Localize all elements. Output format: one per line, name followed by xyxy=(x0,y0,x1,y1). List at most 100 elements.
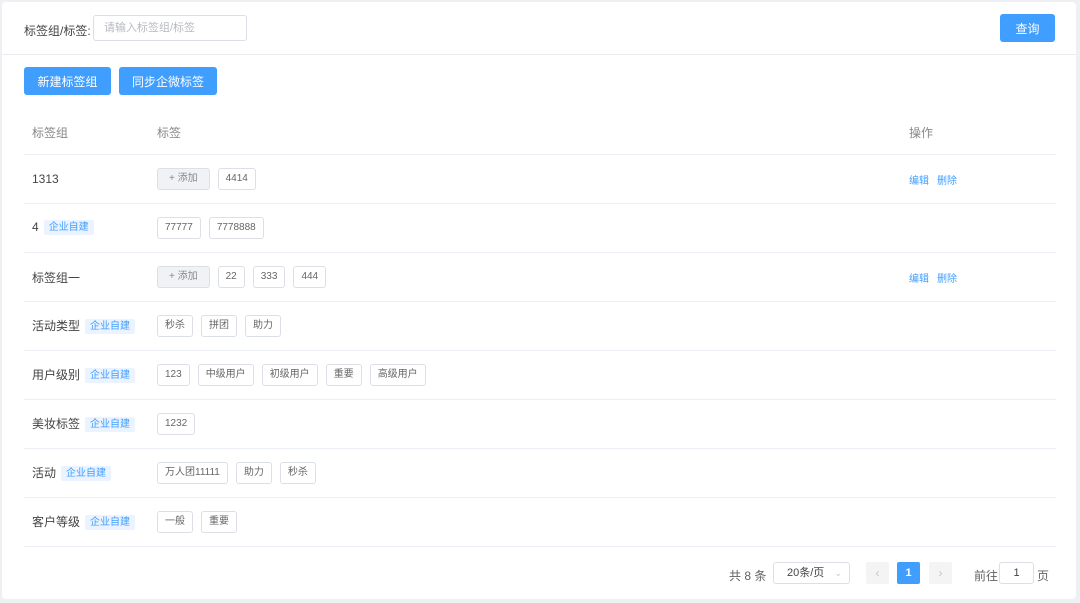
pagination: 共 8 条 20条/页 ⌄ ‹ 1 › 前往 页 xyxy=(2,562,1076,586)
tag-chip: 秒杀 xyxy=(157,315,193,337)
table-row: 美妆标签 企业自建 1232 xyxy=(24,399,1056,449)
table-row: 用户级别 企业自建 123 中级用户 初级用户 重要 高级用户 xyxy=(24,350,1056,400)
table-row: 标签组一 + 添加 22 333 444 编辑 删除 xyxy=(24,252,1056,302)
tag-chip: 4414 xyxy=(217,168,256,190)
tags-cell: 秒杀 拼团 助力 xyxy=(149,301,901,351)
actions-cell xyxy=(901,448,1056,498)
table-row: 客户等级 企业自建 一般 重要 xyxy=(24,497,1056,547)
tag-list: 1232 xyxy=(157,413,901,435)
table-row: 活动类型 企业自建 秒杀 拼团 助力 xyxy=(24,301,1056,351)
add-tag-button[interactable]: + 添加 xyxy=(157,266,210,288)
table-row: 1313 + 添加 4414 编辑 删除 xyxy=(24,154,1056,204)
tag-chip: 初级用户 xyxy=(261,364,318,386)
delete-link[interactable]: 删除 xyxy=(937,176,957,187)
tag-chip: 1232 xyxy=(157,413,196,435)
enterprise-badge: 企业自建 xyxy=(85,318,136,334)
actions-cell: 编辑 删除 xyxy=(901,252,1056,302)
edit-link[interactable]: 编辑 xyxy=(909,274,929,285)
tag-list: + 添加 22 333 444 xyxy=(157,266,901,288)
tag-group-name: 美妆标签 xyxy=(32,417,81,432)
tags-cell: 1232 xyxy=(149,399,901,449)
tag-chip: 22 xyxy=(217,266,245,288)
actions-cell xyxy=(901,399,1056,449)
tag-group-cell: 用户级别 企业自建 xyxy=(24,350,149,400)
actions-cell: 编辑 删除 xyxy=(901,154,1056,204)
actions-cell xyxy=(901,301,1056,351)
tag-group-cell: 美妆标签 企业自建 xyxy=(24,399,149,449)
tag-list: 万人团11111 助力 秒杀 xyxy=(157,462,901,484)
tag-group-table: 标签组 标签 操作 1313 + 添加 4414 编辑 删除 4 企业自建 77777 7778… xyxy=(24,110,1056,547)
table-body: 1313 + 添加 4414 编辑 删除 4 企业自建 77777 7778888 标签组一 + 添… xyxy=(24,154,1056,547)
tag-list: + 添加 4414 xyxy=(157,168,901,190)
tag-chip: 拼团 xyxy=(201,315,237,337)
tag-chip: 77777 xyxy=(157,217,201,239)
tags-cell: 万人团11111 助力 秒杀 xyxy=(149,448,901,498)
add-tag-button[interactable]: + 添加 xyxy=(157,168,210,190)
next-page-button[interactable]: › xyxy=(929,562,952,584)
tag-chip: 333 xyxy=(252,266,286,288)
tag-chip: 助力 xyxy=(235,462,272,484)
tag-chip: 444 xyxy=(293,266,327,288)
enterprise-badge: 企业自建 xyxy=(61,465,112,481)
page-size-value: 20条/页 xyxy=(787,567,825,579)
table-header-row: 标签组 标签 操作 xyxy=(24,110,1056,155)
page-unit-label: 页 xyxy=(1037,569,1050,583)
enterprise-badge: 企业自建 xyxy=(85,367,136,383)
search-input[interactable] xyxy=(93,15,247,41)
tags-cell: 77777 7778888 xyxy=(149,203,901,253)
tag-chip: 中级用户 xyxy=(197,364,254,386)
main-panel: 标签组/标签: 查询 新建标签组 同步企微标签 标签组 标签 操作 1313 + … xyxy=(2,2,1076,599)
prev-page-button[interactable]: ‹ xyxy=(866,562,889,584)
column-header-tags: 标签 xyxy=(149,110,901,155)
tag-chip: 重要 xyxy=(201,511,237,533)
edit-link[interactable]: 编辑 xyxy=(909,176,929,187)
tag-group-name: 活动 xyxy=(32,466,57,481)
total-count: 共 8 条 xyxy=(729,569,767,583)
table-row: 活动 企业自建 万人团11111 助力 秒杀 xyxy=(24,448,1056,498)
tags-cell: 123 中级用户 初级用户 重要 高级用户 xyxy=(149,350,901,400)
delete-link[interactable]: 删除 xyxy=(937,274,957,285)
tag-group-cell: 活动类型 企业自建 xyxy=(24,301,149,351)
tag-chip: 7778888 xyxy=(208,217,264,239)
tag-chip: 万人团11111 xyxy=(157,462,228,484)
sync-wecom-tags-button[interactable]: 同步企微标签 xyxy=(119,67,217,95)
table-row: 4 企业自建 77777 7778888 xyxy=(24,203,1056,253)
tag-group-name: 标签组一 xyxy=(32,270,81,285)
chevron-right-icon: › xyxy=(938,566,943,580)
actions-cell xyxy=(901,203,1056,253)
new-tag-group-button[interactable]: 新建标签组 xyxy=(24,67,111,95)
tag-group-cell: 标签组一 xyxy=(24,252,149,302)
enterprise-badge: 企业自建 xyxy=(85,514,136,530)
tag-group-name: 活动类型 xyxy=(32,319,81,334)
search-label: 标签组/标签: xyxy=(24,24,91,38)
tag-group-cell: 活动 企业自建 xyxy=(24,448,149,498)
goto-page-input[interactable] xyxy=(999,562,1034,584)
tag-list: 123 中级用户 初级用户 重要 高级用户 xyxy=(157,364,901,386)
chevron-left-icon: ‹ xyxy=(875,566,880,580)
search-bar: 标签组/标签: 查询 xyxy=(2,2,1076,55)
tag-group-cell: 客户等级 企业自建 xyxy=(24,497,149,547)
tag-group-cell: 4 企业自建 xyxy=(24,203,149,253)
tag-group-name: 用户级别 xyxy=(32,368,81,383)
page-number-current[interactable]: 1 xyxy=(897,562,920,584)
tag-group-cell: 1313 xyxy=(24,154,149,204)
enterprise-badge: 企业自建 xyxy=(43,219,94,235)
tag-list: 秒杀 拼团 助力 xyxy=(157,315,901,337)
actions-cell xyxy=(901,350,1056,400)
chevron-down-icon: ⌄ xyxy=(834,568,842,578)
tag-chip: 秒杀 xyxy=(279,462,316,484)
column-header-group: 标签组 xyxy=(24,110,149,155)
tags-cell: + 添加 22 333 444 xyxy=(149,252,901,302)
enterprise-badge: 企业自建 xyxy=(85,416,136,432)
tag-list: 一般 重要 xyxy=(157,511,901,533)
query-button[interactable]: 查询 xyxy=(1000,14,1055,42)
tag-chip: 高级用户 xyxy=(369,364,426,386)
tag-chip: 123 xyxy=(157,364,190,386)
tag-chip: 一般 xyxy=(157,511,193,533)
page-size-select[interactable]: 20条/页 ⌄ xyxy=(773,562,850,584)
goto-label: 前往 xyxy=(974,569,999,583)
column-header-actions: 操作 xyxy=(901,110,1056,155)
tag-group-name: 客户等级 xyxy=(32,515,81,530)
actions-cell xyxy=(901,497,1056,547)
tag-chip: 助力 xyxy=(245,315,281,337)
